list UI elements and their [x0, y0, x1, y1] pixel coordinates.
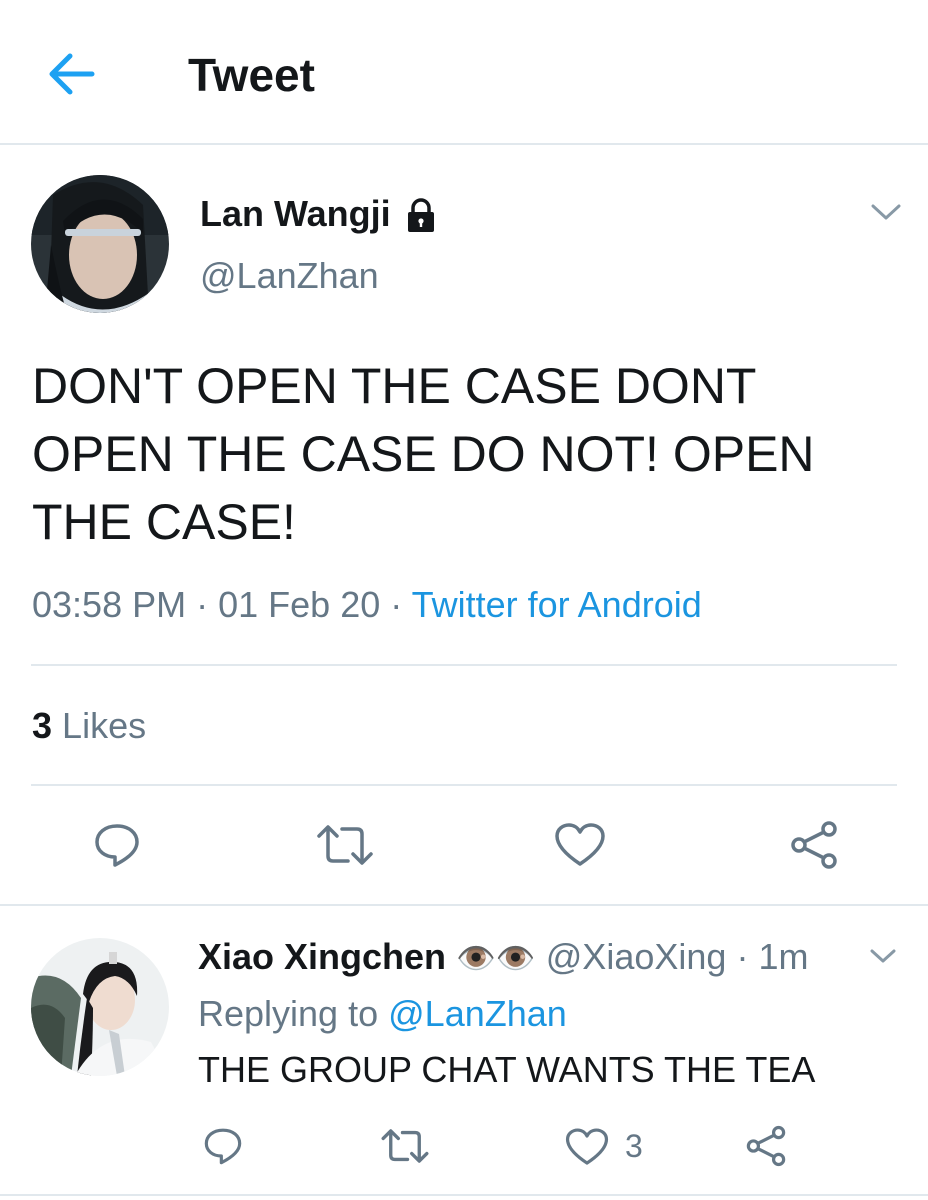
- share-icon: [791, 821, 837, 869]
- like-icon: [565, 1128, 609, 1165]
- divider: [0, 904, 928, 906]
- tweet-date: 01 Feb 20: [218, 584, 381, 625]
- top-bar: Tweet: [0, 0, 928, 145]
- divider: [0, 1194, 928, 1196]
- author-handle: @LanZhan: [200, 255, 379, 296]
- reply-text: THE GROUP CHAT WANTS THE TEA: [198, 1049, 816, 1090]
- eyes-emoji: 👁️👁️: [456, 940, 536, 976]
- replying-to-label: Replying to: [198, 993, 379, 1034]
- share-icon: [746, 1125, 786, 1167]
- tweet-meta: 03:58 PM · 01 Feb 20 · Twitter for Andro…: [32, 584, 702, 626]
- divider: [31, 664, 897, 666]
- likes-count-link[interactable]: 3 Likes: [32, 705, 146, 747]
- reply-author-name[interactable]: Xiao Xingchen: [198, 936, 446, 977]
- divider: [31, 784, 897, 786]
- reply-time: 1m: [758, 936, 809, 977]
- tweet-time: 03:58 PM: [32, 584, 187, 625]
- arrow-left-icon: [49, 53, 95, 95]
- chevron-down-icon: [870, 949, 896, 963]
- share-button[interactable]: [789, 820, 839, 870]
- reply-author-avatar[interactable]: [31, 938, 169, 1076]
- reply-reply-button[interactable]: [203, 1126, 243, 1166]
- reply-icon: [95, 824, 139, 867]
- reply-header: Xiao Xingchen 👁️👁️ @XiaoXing · 1m: [198, 936, 808, 978]
- likes-number: 3: [32, 705, 53, 746]
- back-button[interactable]: [46, 52, 96, 96]
- reply-retweet-button[interactable]: [379, 1128, 431, 1164]
- reply-author-handle: @XiaoXing: [545, 936, 727, 977]
- retweet-icon: [317, 825, 373, 865]
- tweet-menu-button[interactable]: [868, 198, 904, 226]
- tweet-text: DON'T OPEN THE CASE DONT OPEN THE CASE D…: [32, 358, 815, 550]
- tweet-source-link[interactable]: Twitter for Android: [412, 584, 702, 625]
- meta-separator: ·: [390, 584, 403, 625]
- reply-share-button[interactable]: [745, 1125, 787, 1167]
- meta-separator: ·: [196, 584, 209, 625]
- author-name[interactable]: Lan Wangji: [200, 193, 391, 235]
- page-title: Tweet: [188, 49, 315, 101]
- reply-menu-button[interactable]: [868, 944, 898, 968]
- like-button[interactable]: [554, 822, 606, 868]
- reply-like-count: 3: [625, 1128, 643, 1164]
- lock-icon: [402, 196, 440, 234]
- meta-separator: ·: [736, 936, 749, 977]
- reply-icon: [204, 1128, 242, 1165]
- replying-to-mention[interactable]: @LanZhan: [388, 993, 567, 1034]
- retweet-button[interactable]: [314, 824, 376, 866]
- likes-label: Likes: [62, 705, 147, 746]
- reply-like-button[interactable]: [565, 1127, 609, 1167]
- chevron-down-icon: [871, 204, 901, 220]
- author-avatar[interactable]: [31, 175, 169, 313]
- reply-button[interactable]: [93, 822, 141, 868]
- like-icon: [555, 823, 605, 866]
- retweet-icon: [381, 1129, 429, 1163]
- replying-to-line: Replying to @LanZhan: [198, 993, 567, 1035]
